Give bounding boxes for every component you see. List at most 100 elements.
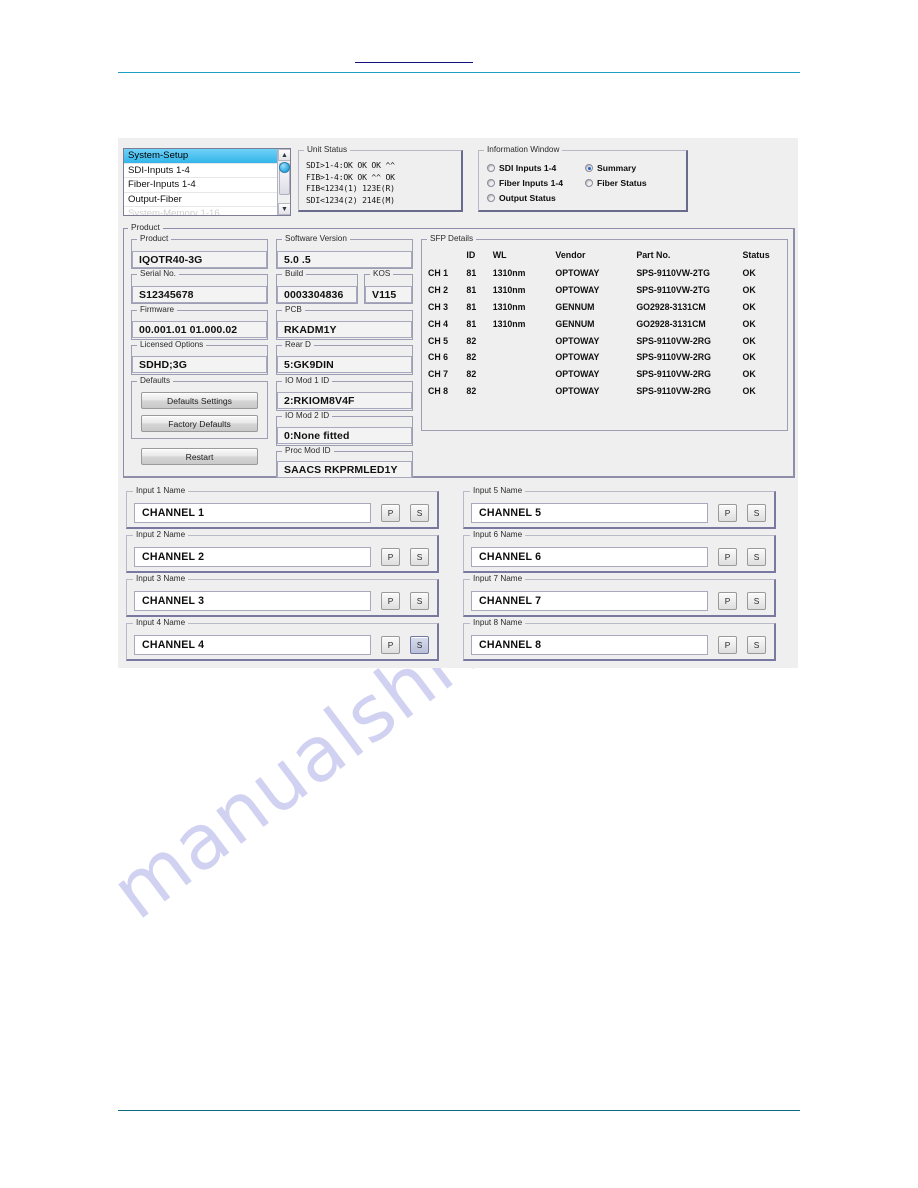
input-5-store-button[interactable]: S [747,504,766,522]
input-4-preset-button[interactable]: P [381,636,400,654]
cell-vendor: OPTOWAY [555,335,600,346]
input-7-name-field[interactable]: CHANNEL 7 [471,591,708,611]
restart-button[interactable]: Restart [141,448,258,465]
radio-fiber-inputs[interactable]: Fiber Inputs 1-4 [487,178,563,188]
input-8-store-button[interactable]: S [747,636,766,654]
radio-sdi-inputs[interactable]: SDI Inputs 1-4 [487,163,556,173]
cell-ch: CH 7 [428,369,449,380]
group-legend: Serial No. [137,269,179,278]
input-1-name-field[interactable]: CHANNEL 1 [134,503,371,523]
cell-wl: 1310nm [492,285,526,296]
field-build[interactable]: 0003304836 [277,286,357,303]
input-7-store-button[interactable]: S [747,592,766,610]
input-6-preset-button[interactable]: P [718,548,737,566]
cell-part-no: GO2928-3131CM [636,318,706,329]
input-2-name-field[interactable]: CHANNEL 2 [134,547,371,567]
field-product[interactable]: IQOTR40-3G [132,251,267,268]
cell-wl [493,332,556,349]
input-7-preset-button[interactable]: P [718,592,737,610]
input-6-store-button[interactable]: S [747,548,766,566]
input-6-name-field[interactable]: CHANNEL 6 [471,547,708,567]
sidebar-item-system-setup[interactable]: System-Setup [124,149,290,164]
cell-status: OK [742,335,756,346]
input-2-legend: Input 2 Name [133,530,189,539]
input-1-store-button[interactable]: S [410,504,429,522]
information-window-group: Information Window SDI Inputs 1-4 Fiber … [478,145,688,212]
sidebar-item-output-fiber[interactable]: Output-Fiber [124,193,290,207]
field-kos[interactable]: V115 [365,286,412,303]
radio-fiber-status[interactable]: Fiber Status [585,178,647,188]
field-firmware[interactable]: 00.001.01 01.000.02 [132,321,267,338]
cell-wl: 1310nm [492,301,526,312]
input-4-name-field[interactable]: CHANNEL 4 [134,635,371,655]
input-group-7: Input 7 Name CHANNEL 7 P S [463,574,776,617]
navigation-scrollbar[interactable]: ▲ ▼ [277,149,290,215]
input-1-legend: Input 1 Name [133,486,189,495]
cell-vendor: GENNUM [555,318,595,329]
cell-part-no: SPS-9110VW-2RG [636,335,711,346]
application-window: System-Setup SDI-Inputs 1-4 Fiber-Inputs… [118,138,798,668]
chevron-up-icon[interactable]: ▲ [278,149,290,161]
cell-wl [493,366,556,383]
input-group-8: Input 8 Name CHANNEL 8 P S [463,618,776,661]
cell-part-no: GO2928-3131CM [636,301,706,312]
group-legend: KOS [370,269,394,278]
input-2-preset-button[interactable]: P [381,548,400,566]
top-strip: System-Setup SDI-Inputs 1-4 Fiber-Inputs… [118,138,798,222]
cell-vendor: OPTOWAY [555,285,600,296]
field-proc-mod-id[interactable]: SAACS RKPRMLED1Y [277,461,412,478]
input-4-store-button[interactable]: S [410,636,429,654]
cell-status: OK [742,369,756,380]
radio-label: Fiber Inputs 1-4 [499,178,563,188]
input-2-store-button[interactable]: S [410,548,429,566]
col-header-vendor: Vendor [555,250,586,260]
sfp-details-table: ID WL Vendor Part No. Status CH 1 81 131… [428,249,783,399]
input-5-legend: Input 5 Name [470,486,526,495]
table-row: CH 1 81 1310nm OPTOWAY SPS-9110VW-2TG OK [428,265,783,282]
cell-status: OK [742,352,756,363]
input-5-name-field[interactable]: CHANNEL 5 [471,503,708,523]
input-1-preset-button[interactable]: P [381,504,400,522]
radio-summary[interactable]: Summary [585,163,636,173]
navigation-listbox[interactable]: System-Setup SDI-Inputs 1-4 Fiber-Inputs… [123,148,291,216]
group-legend: PCB [282,305,305,314]
field-rear-d[interactable]: 5:GK9DIN [277,356,412,373]
input-group-2: Input 2 Name CHANNEL 2 P S [126,530,439,573]
product-panel-legend: Product [128,222,163,232]
radio-label: Summary [597,163,637,173]
cell-vendor: OPTOWAY [555,352,600,363]
group-legend: Product [137,234,172,243]
cell-ch: CH 5 [428,335,449,346]
sidebar-item-fiber-inputs[interactable]: Fiber-Inputs 1-4 [124,178,290,193]
defaults-settings-button[interactable]: Defaults Settings [141,392,258,409]
field-pcb[interactable]: RKADM1Y [277,321,412,338]
radio-dot-icon [487,179,495,187]
chevron-down-icon[interactable]: ▼ [278,203,290,215]
input-3-preset-button[interactable]: P [381,592,400,610]
scrollbar-knob-icon[interactable] [279,162,290,173]
input-5-preset-button[interactable]: P [718,504,737,522]
cell-status: OK [742,385,756,396]
input-8-preset-button[interactable]: P [718,636,737,654]
unit-status-line: FIB<1234(1) 123E(R) [306,183,395,193]
sfp-details-group: SFP Details ID WL Vendor Part No. Status… [421,234,788,431]
cell-status: OK [742,301,756,312]
cell-part-no: SPS-9110VW-2TG [636,285,710,296]
field-io-mod-1-id[interactable]: 2:RKIOM8V4F [277,392,412,409]
field-licensed-options[interactable]: SDHD;3G [132,356,267,373]
field-software-version[interactable]: 5.0 .5 [277,251,412,268]
sidebar-item-sdi-inputs[interactable]: SDI-Inputs 1-4 [124,164,290,178]
factory-defaults-button[interactable]: Factory Defaults [141,415,258,432]
input-8-name-field[interactable]: CHANNEL 8 [471,635,708,655]
field-serial-no[interactable]: S12345678 [132,286,267,303]
input-3-store-button[interactable]: S [410,592,429,610]
cell-status: OK [742,268,756,279]
field-io-mod-2-id[interactable]: 0:None fitted [277,427,412,444]
table-row: CH 4 81 1310nm GENNUM GO2928-3131CM OK [428,315,783,332]
header-accent-line [355,62,473,63]
input-3-name-field[interactable]: CHANNEL 3 [134,591,371,611]
sidebar-item-system-memory[interactable]: System-Memory 1-16 [124,207,290,215]
radio-output-status[interactable]: Output Status [487,193,556,203]
input-3-legend: Input 3 Name [133,574,189,583]
group-legend: Firmware [137,305,178,314]
